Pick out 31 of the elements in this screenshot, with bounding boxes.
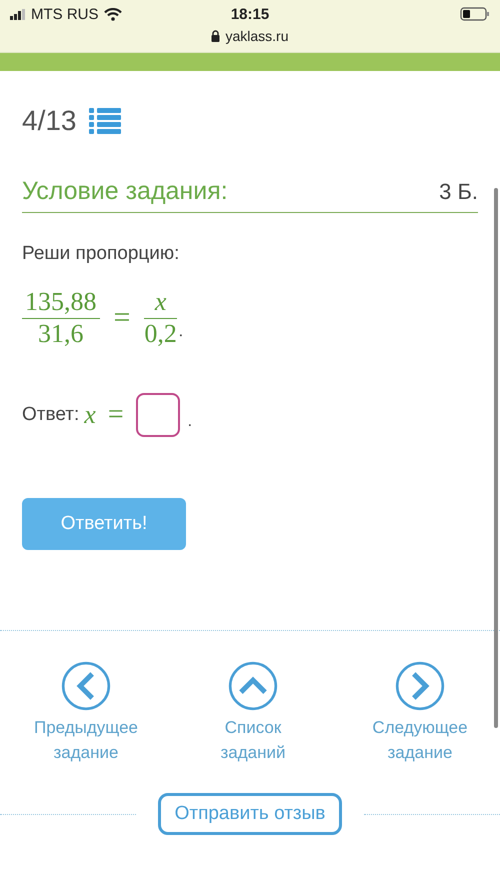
feedback-button[interactable]: Отправить отзыв — [158, 793, 342, 835]
task-counter: 4/13 — [22, 105, 76, 137]
points-label: 3 Б. — [439, 179, 478, 205]
fraction-denominator: 31,6 — [37, 319, 84, 349]
fraction-numerator: x — [144, 287, 177, 319]
section-heading: Условие задания: — [22, 177, 228, 206]
nav-link[interactable]: Следующее задание — [364, 715, 476, 765]
chevron-circle-icon[interactable] — [395, 661, 445, 711]
period: . — [178, 323, 183, 341]
clock-time: 18:15 — [230, 6, 270, 22]
answer-label: Ответ: — [22, 404, 80, 426]
fraction-denominator: 0,2 — [144, 319, 177, 349]
signal-icon — [10, 8, 26, 20]
nav-link[interactable]: Предыдущее задание — [30, 715, 142, 765]
lock-icon — [211, 30, 220, 42]
battery-icon — [460, 7, 490, 21]
chevron-circle-icon[interactable] — [61, 661, 111, 711]
url-text[interactable]: yaklass.ru — [225, 28, 289, 44]
equals-sign: = — [108, 399, 124, 431]
list-icon[interactable] — [88, 107, 120, 135]
carrier-name: MTS RUS — [31, 6, 98, 22]
answer-box[interactable] — [136, 393, 180, 437]
submit-button[interactable]: Ответить! — [22, 498, 186, 550]
variable: x — [84, 400, 96, 430]
wifi-icon — [104, 8, 122, 20]
equals-sign: = — [114, 301, 130, 335]
period: . — [188, 413, 192, 431]
fraction-numerator: 135,88 — [22, 287, 100, 319]
nav-link[interactable]: Список заданий — [197, 715, 309, 765]
chevron-circle-icon[interactable] — [228, 661, 278, 711]
task-prompt: Реши пропорцию: — [22, 243, 180, 265]
